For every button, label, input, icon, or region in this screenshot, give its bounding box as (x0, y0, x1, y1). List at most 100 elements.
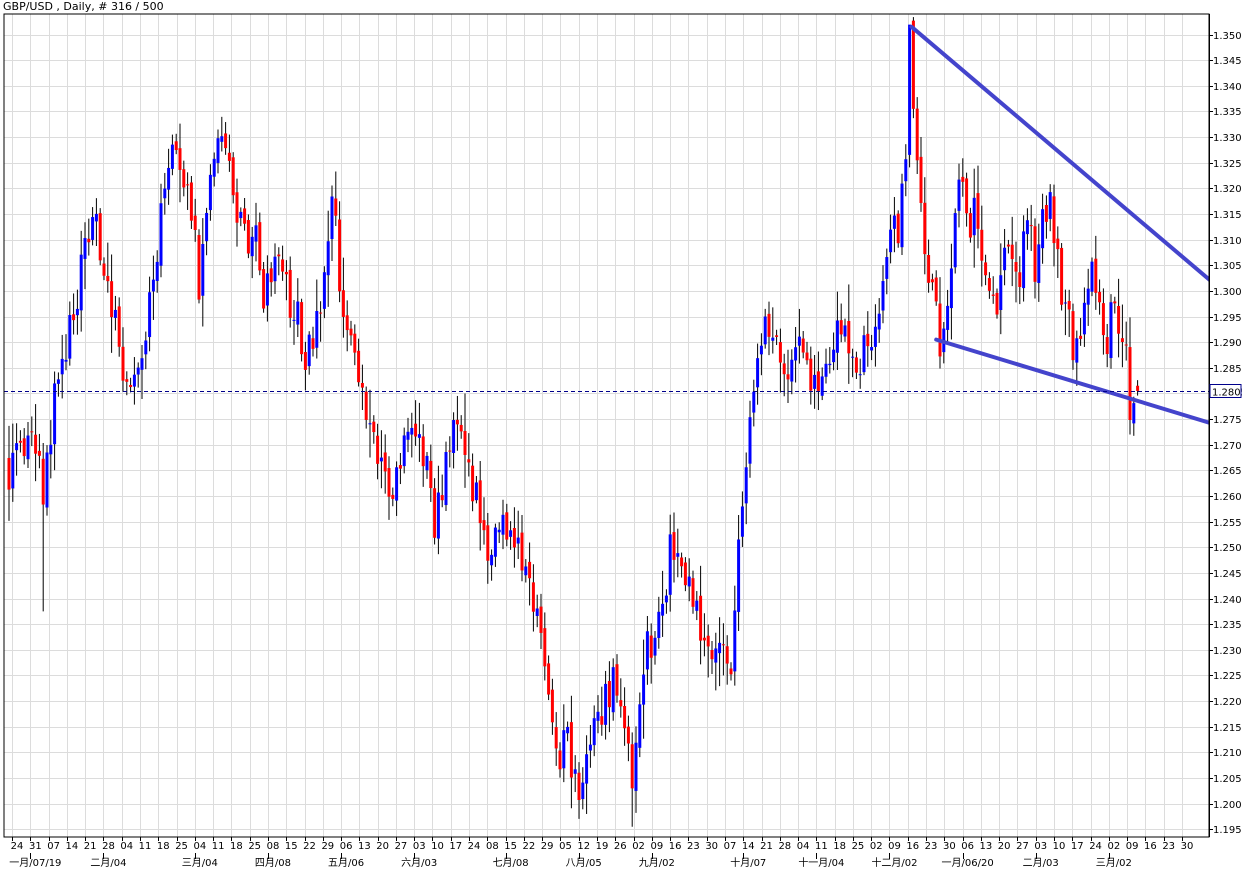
day-tick-label: 02 (870, 841, 883, 852)
price-tick-label: 1.2350 (1213, 620, 1242, 631)
candle-up (858, 374, 862, 376)
candle-down (429, 460, 433, 489)
candle-down (391, 494, 395, 499)
candle-down (683, 562, 687, 586)
candle-down (288, 269, 292, 318)
candle-down (277, 254, 281, 257)
candle-up (516, 537, 520, 544)
candle-up (1082, 302, 1086, 335)
day-tick-label: 23 (1162, 841, 1175, 852)
candle-up (417, 434, 421, 438)
candle-up (265, 273, 269, 306)
candle-up (585, 754, 589, 784)
candle-down (600, 716, 604, 725)
candle-up (870, 347, 874, 351)
candle-up (756, 358, 760, 388)
candle-down (1067, 300, 1071, 310)
candle-up (75, 308, 79, 316)
candle-down (866, 333, 870, 347)
price-tick-label: 1.2950 (1213, 313, 1242, 324)
price-tick-label: 1.3150 (1213, 210, 1242, 221)
day-tick-label: 04 (797, 841, 810, 852)
candle-down (1033, 226, 1037, 282)
candle-down (1124, 344, 1128, 346)
candle-up (254, 225, 258, 242)
candle-up (140, 358, 144, 370)
candle-down (558, 750, 562, 770)
candle-down (482, 520, 486, 531)
candle-down (360, 382, 364, 388)
candle-down (448, 450, 452, 452)
candle-up (843, 325, 847, 337)
candle-down (915, 108, 919, 161)
day-tick-label: 14 (742, 841, 755, 852)
day-tick-label: 16 (1144, 841, 1157, 852)
candle-down (923, 202, 927, 255)
candle-up (148, 292, 152, 338)
day-tick-label: 10 (431, 841, 444, 852)
candle-down (467, 459, 471, 463)
candle-down (767, 313, 771, 337)
candle-down (1029, 225, 1033, 227)
day-tick-label: 10 (1053, 841, 1066, 852)
candle-down (486, 525, 490, 561)
day-tick-label: 16 (906, 841, 919, 852)
candle-up (862, 335, 866, 373)
candle-up (634, 742, 638, 791)
day-tick-label: 06 (961, 841, 974, 852)
price-tick-label: 1.3300 (1213, 133, 1242, 144)
candle-down (303, 352, 307, 370)
candle-up (524, 566, 528, 576)
price-tick-label: 1.2200 (1213, 697, 1242, 708)
day-tick-label: 24 (11, 841, 24, 852)
price-tick-label: 1.2100 (1213, 748, 1242, 759)
candle-up (824, 363, 828, 377)
candle-down (459, 424, 463, 432)
candle-up (813, 374, 817, 389)
candle-up (733, 610, 737, 672)
candle-down (1060, 247, 1064, 305)
candle-down (231, 157, 235, 196)
day-tick-label: 20 (998, 841, 1011, 852)
candle-down (976, 193, 980, 229)
candle-down (691, 578, 695, 607)
day-tick-label: 09 (1126, 841, 1139, 852)
candle-down (18, 440, 22, 443)
candle-down (1120, 338, 1124, 342)
candle-up (212, 158, 216, 177)
price-tick-label: 1.2450 (1213, 569, 1242, 580)
candle-down (543, 628, 547, 667)
month-tick-label: 四月/08 (255, 857, 291, 869)
candle-up (892, 215, 896, 229)
candle-down (623, 706, 627, 729)
candle-up (740, 506, 744, 537)
candle-down (919, 156, 923, 203)
candle-down (349, 328, 353, 336)
candle-up (444, 452, 448, 506)
candle-up (972, 197, 976, 236)
candle-up (588, 744, 592, 751)
candle-up (113, 309, 117, 318)
day-tick-label: 18 (230, 841, 243, 852)
candle-down (1071, 311, 1075, 361)
candle-up (908, 24, 912, 155)
candle-down (98, 213, 102, 261)
candle-up (832, 349, 836, 363)
candle-down (117, 306, 121, 347)
candle-down (782, 363, 786, 375)
candle-down (805, 352, 809, 361)
candle-up (794, 347, 798, 361)
candle-up (273, 256, 277, 282)
day-tick-label: 31 (29, 841, 42, 852)
candle-down (246, 220, 250, 254)
candle-up (687, 576, 691, 587)
candle-up (330, 196, 334, 240)
candle-down (615, 664, 619, 696)
month-tick-label: 十一月/04 (798, 856, 844, 869)
candle-down (1101, 303, 1105, 336)
candle-up (315, 311, 319, 348)
day-tick-label: 25 (852, 841, 865, 852)
candle-down (965, 178, 969, 214)
candle-up (737, 539, 741, 612)
candle-down (319, 312, 323, 314)
